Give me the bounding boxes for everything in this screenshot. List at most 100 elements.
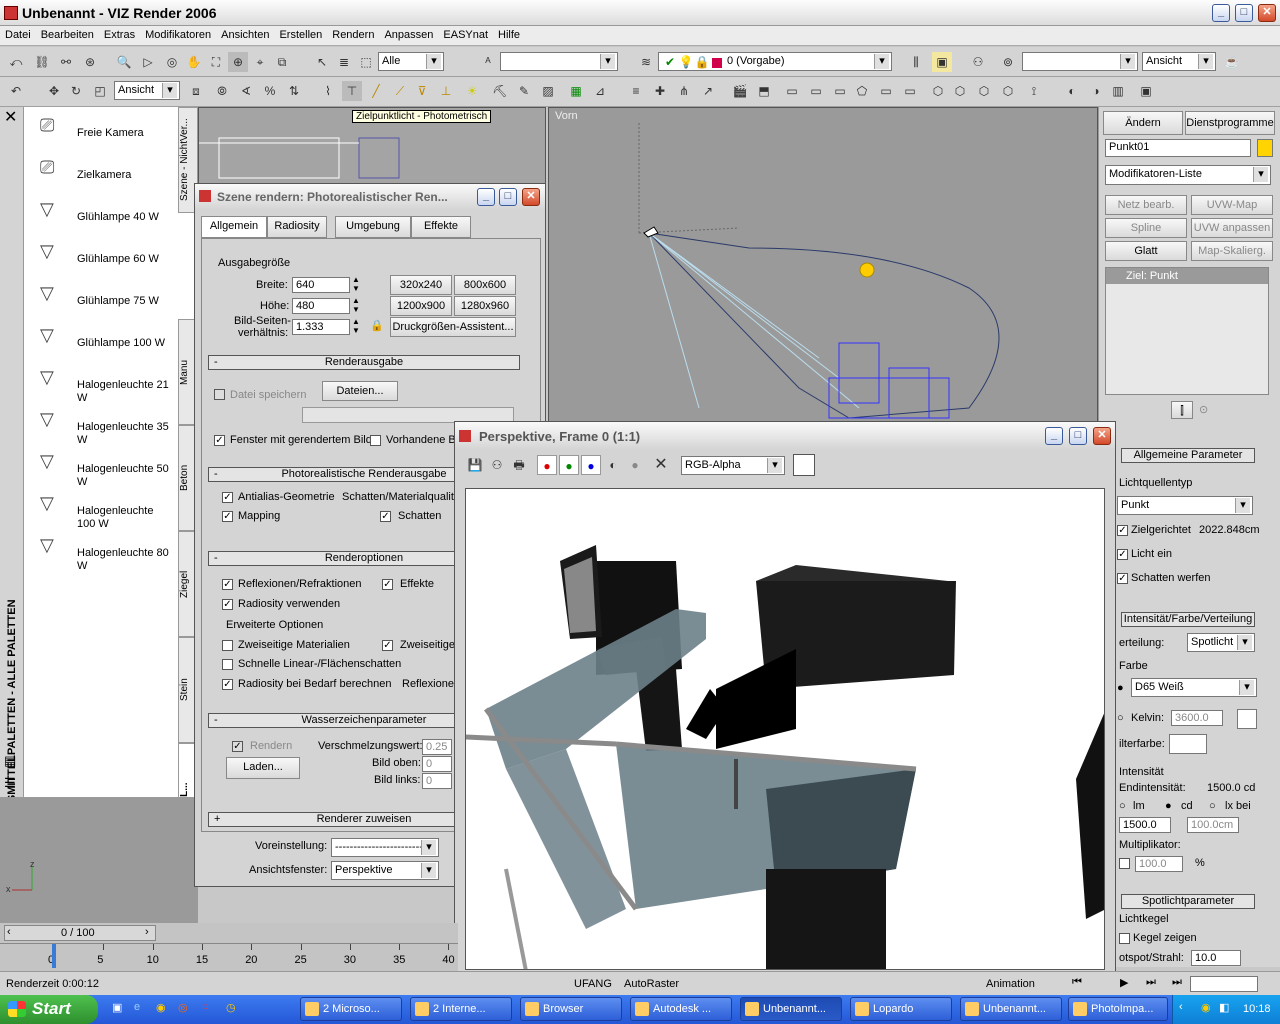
shade-2-icon[interactable]: ◑ [1086, 81, 1106, 101]
render-tab[interactable]: Effekte [411, 216, 471, 238]
palette-close-icon[interactable]: ✕ [4, 107, 17, 127]
intensity-field[interactable]: 1500.0 [1119, 817, 1171, 833]
configure-icon[interactable]: ⊙ [1199, 403, 1208, 416]
shadows-render-checkbox[interactable]: ✓ [380, 511, 391, 522]
hotspot-field[interactable]: 10.0 [1191, 950, 1241, 966]
preset-dropdown[interactable]: ------------------------- [331, 838, 439, 857]
clear-icon[interactable]: ✕ [651, 455, 671, 475]
create-icon-c[interactable]: ▨ [538, 81, 558, 101]
lighttype-dropdown[interactable]: Punkt [1117, 496, 1253, 515]
reflect-checkbox[interactable]: ✓ [222, 579, 233, 590]
pin-stack-button[interactable]: ⫿ [1171, 401, 1193, 419]
color-preset-dropdown[interactable]: D65 Weiß [1131, 678, 1257, 697]
minimize-button[interactable]: _ [1212, 4, 1230, 22]
geo-2-icon[interactable]: ⬡ [950, 81, 970, 101]
render-watermark-checkbox[interactable]: ✓ [232, 741, 243, 752]
render-tab[interactable]: Allgemein [201, 216, 267, 238]
palette-item-icon[interactable]: ▽ [40, 409, 54, 430]
palette-list-icon[interactable]: ☰ [4, 775, 16, 791]
box-icon[interactable]: ⬒ [754, 81, 774, 101]
render-dialog-close[interactable]: ✕ [522, 188, 540, 206]
play-icon[interactable]: ▶ [1120, 976, 1128, 989]
twosided-checkbox[interactable] [222, 640, 233, 651]
viewport-icon[interactable]: ▣ [1136, 81, 1156, 101]
aspect-lock-icon[interactable]: 🔒 [370, 319, 384, 332]
print-icon[interactable]: 🖶 [509, 455, 529, 475]
render-dialog-max[interactable]: □ [499, 188, 517, 206]
render-tab[interactable]: Umgebung [335, 216, 411, 238]
mono-icon[interactable]: ● [625, 455, 645, 475]
mapping-checkbox[interactable]: ✓ [222, 511, 233, 522]
rotate-icon[interactable]: ↻ [66, 81, 86, 101]
tray-speaker-icon[interactable]: ◧ [1219, 1001, 1229, 1014]
stack-icon[interactable]: ≡ [626, 81, 646, 101]
undo2-icon[interactable]: ↶ [6, 81, 26, 101]
prev-frame-icon[interactable]: ⏮ [1072, 976, 1082, 989]
frame-window-max[interactable]: □ [1069, 427, 1087, 445]
palette-item-label[interactable]: Glühlampe 100 W [77, 337, 173, 350]
schematic-icon[interactable]: ⚇ [968, 52, 988, 72]
antialias-checkbox[interactable]: ✓ [222, 492, 233, 503]
menu-item-9[interactable]: Hilfe [493, 26, 525, 44]
light-on-checkbox[interactable]: ✓ [1117, 549, 1128, 560]
tab-utilities[interactable]: Dienstprogramme [1185, 111, 1275, 135]
measure-icon[interactable]: ⊿ [590, 81, 610, 101]
palette-item-label[interactable]: Glühlampe 40 W [77, 211, 173, 224]
quicklaunch-app-icon[interactable]: ◎ [178, 1001, 188, 1014]
channel-swatch[interactable] [793, 454, 815, 476]
menu-item-4[interactable]: Ansichten [216, 26, 274, 44]
render-tab[interactable]: Radiosity [267, 216, 327, 238]
hierarchy-icon[interactable]: ⋔ [674, 81, 694, 101]
radio-kelvin[interactable]: ○ [1117, 712, 1124, 724]
prim-1-icon[interactable]: ▭ [782, 81, 802, 101]
teapot-icon[interactable]: ☕ [1222, 52, 1242, 72]
preset-button[interactable]: 1280x960 [454, 296, 516, 316]
frame-window-close[interactable]: ✕ [1093, 427, 1111, 445]
angle-snap-icon[interactable]: ∢ [236, 81, 256, 101]
geo-1-icon[interactable]: ⬡ [928, 81, 948, 101]
walk-icon[interactable]: ⌖ [250, 52, 270, 72]
grid-icon[interactable]: ▦ [566, 81, 586, 101]
show-cone-checkbox[interactable] [1119, 933, 1130, 944]
material-icon[interactable]: ⊚ [998, 52, 1018, 72]
create-icon-a[interactable]: ⛏ [490, 81, 510, 101]
end-frame-icon[interactable]: ⏭ [1172, 976, 1182, 989]
menu-item-1[interactable]: Bearbeiten [36, 26, 99, 44]
prim-4-icon[interactable]: ⬠ [852, 81, 872, 101]
tray-arrow-icon[interactable]: ‹ [1179, 1001, 1183, 1013]
palette-item-icon[interactable]: ▽ [40, 325, 54, 346]
modifier-button[interactable]: Netz bearb. [1105, 195, 1187, 215]
next-frame-icon[interactable]: ⏭ [1146, 976, 1156, 989]
layer-manager-icon[interactable]: ⫼ [906, 52, 926, 72]
palette-item-icon[interactable]: ▽ [40, 241, 54, 262]
frame-window-checkbox[interactable]: ✓ [214, 435, 225, 446]
animation-label[interactable]: Animation [986, 978, 1035, 990]
preset-button[interactable]: 800x600 [454, 275, 516, 295]
quicklaunch-media-icon[interactable]: ◉ [156, 1001, 166, 1014]
existing-checkbox[interactable] [370, 435, 381, 446]
taskbar-item[interactable]: PhotoImpa... [1068, 997, 1168, 1021]
radio-cd[interactable]: ● [1165, 800, 1172, 812]
menu-item-7[interactable]: Anpassen [379, 26, 438, 44]
blue-channel-icon[interactable]: ● [581, 455, 601, 475]
menu-item-8[interactable]: EASYnat [438, 26, 493, 44]
gen-params-header[interactable]: Allgemeine Parameter [1121, 448, 1255, 463]
radiosity-demand-checkbox[interactable]: ✓ [222, 679, 233, 690]
tab-modify[interactable]: Ändern [1103, 111, 1183, 135]
timeline-ruler[interactable]: 0510152025303540 [0, 943, 458, 969]
select-name-icon[interactable]: ≣ [334, 52, 354, 72]
twosided2-checkbox[interactable]: ✓ [382, 640, 393, 651]
palette-item-icon[interactable]: ⎚ [40, 115, 54, 136]
camera-icon[interactable]: ⊕ [228, 52, 248, 72]
distance-field[interactable]: 100.0cm [1187, 817, 1239, 833]
height-spinner[interactable]: ▲ ▼ [352, 296, 360, 314]
shade-1-icon[interactable]: ◐ [1062, 81, 1082, 101]
kelvin-swatch[interactable] [1237, 709, 1257, 729]
aspect-spinner[interactable]: ▲ ▼ [352, 317, 360, 335]
taskbar-item[interactable]: 2 Microso... [300, 997, 402, 1021]
palette-item-label[interactable]: Halogenleuchte 35 W [77, 421, 173, 447]
light-icon[interactable]: ⊽ [412, 81, 432, 101]
radio-lm[interactable]: ○ [1119, 800, 1126, 812]
radio-lx[interactable]: ○ [1209, 800, 1216, 812]
viewwin-dropdown[interactable]: Perspektive [331, 861, 439, 880]
